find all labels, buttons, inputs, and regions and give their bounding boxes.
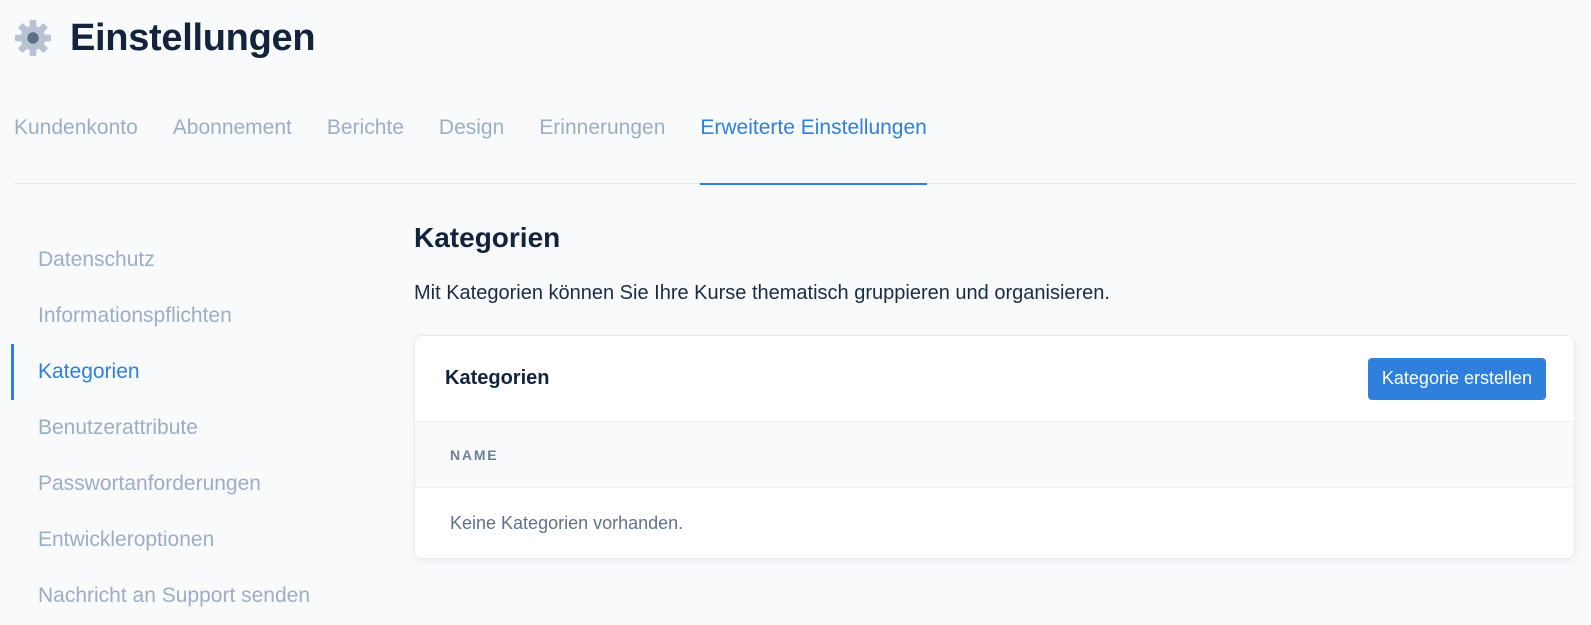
settings-page: Einstellungen Kundenkonto Abonnement Ber… [0, 0, 1591, 625]
section-description: Mit Kategorien können Sie Ihre Kurse the… [414, 282, 1110, 304]
gear-icon [14, 19, 52, 57]
sidebar-item-benutzerattribute[interactable]: Benutzerattribute [11, 400, 371, 456]
column-header-name[interactable]: NAME [450, 447, 498, 463]
empty-state-message: Keine Kategorien vorhanden. [450, 512, 684, 533]
card-title: Kategorien [445, 367, 550, 389]
sidebar-item-entwickleroptionen[interactable]: Entwickleroptionen [11, 512, 371, 568]
tab-erweiterte-einstellungen[interactable]: Erweiterte Einstellungen [700, 100, 928, 185]
sidebar-item-passwortanforderungen[interactable]: Passwortanforderungen [11, 456, 371, 512]
settings-sidebar: Datenschutz Informationspflichten Katego… [11, 232, 371, 624]
tab-abonnement[interactable]: Abonnement [173, 100, 292, 184]
tab-erinnerungen[interactable]: Erinnerungen [539, 100, 665, 184]
page-header: Einstellungen [14, 14, 316, 62]
table-header: NAME [415, 422, 1574, 488]
create-category-button[interactable]: Kategorie erstellen [1367, 357, 1546, 400]
sidebar-item-datenschutz[interactable]: Datenschutz [11, 232, 371, 288]
tab-berichte[interactable]: Berichte [327, 100, 404, 184]
sidebar-item-informationspflichten[interactable]: Informationspflichten [11, 288, 371, 344]
categories-card: Kategorien Kategorie erstellen NAME Kein… [414, 335, 1575, 559]
tab-design[interactable]: Design [439, 100, 504, 184]
settings-tabs: Kundenkonto Abonnement Berichte Design E… [14, 100, 1575, 185]
sidebar-item-kategorien[interactable]: Kategorien [11, 344, 371, 400]
section-title: Kategorien [414, 222, 561, 253]
tab-kundenkonto[interactable]: Kundenkonto [14, 100, 138, 184]
sidebar-item-support-nachricht[interactable]: Nachricht an Support senden [11, 568, 371, 624]
main-content: Kategorien Mit Kategorien können Sie Ihr… [414, 222, 1575, 559]
page-title: Einstellungen [70, 16, 316, 59]
card-header: Kategorien Kategorie erstellen [415, 336, 1574, 422]
